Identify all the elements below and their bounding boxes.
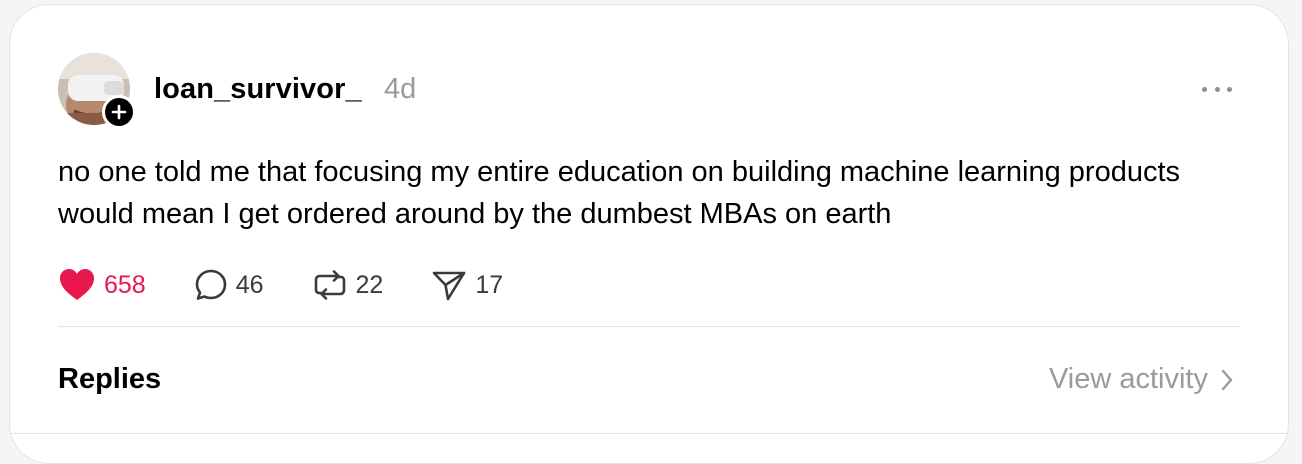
follow-button[interactable]: [102, 95, 136, 129]
share-button[interactable]: 17: [431, 265, 503, 305]
post-text: no one told me that focusing my entire e…: [58, 156, 1181, 230]
repost-button[interactable]: 22: [312, 265, 384, 305]
view-activity-label: View activity: [1048, 363, 1208, 395]
comment-button[interactable]: 46: [194, 265, 264, 305]
share-icon: [433, 271, 466, 301]
username[interactable]: loan_survivor_: [154, 73, 362, 106]
share-count: 17: [475, 270, 504, 299]
avatar-wrap[interactable]: [58, 53, 136, 129]
plus-icon: [111, 104, 127, 120]
comment-count: 46: [235, 270, 264, 299]
chevron-right-icon: [1221, 369, 1233, 390]
post-header: loan_survivor_ 4d: [58, 53, 1248, 129]
view-activity-link[interactable]: View activity: [1049, 363, 1234, 396]
repost-icon: [314, 270, 345, 300]
bottom-divider: [10, 433, 1288, 434]
more-icon[interactable]: [1202, 83, 1232, 95]
divider: [58, 326, 1240, 327]
comment-icon: [195, 269, 227, 300]
heart-icon: [60, 269, 94, 300]
repost-count: 22: [355, 270, 384, 299]
like-button[interactable]: 658: [58, 265, 146, 305]
action-bar: 658 46 22 17: [58, 265, 551, 305]
like-count: 658: [104, 270, 146, 299]
replies-heading: Replies: [58, 363, 162, 395]
post-card: loan_survivor_ 4d no one told me that fo…: [9, 4, 1289, 464]
post-time[interactable]: 4d: [384, 73, 416, 106]
